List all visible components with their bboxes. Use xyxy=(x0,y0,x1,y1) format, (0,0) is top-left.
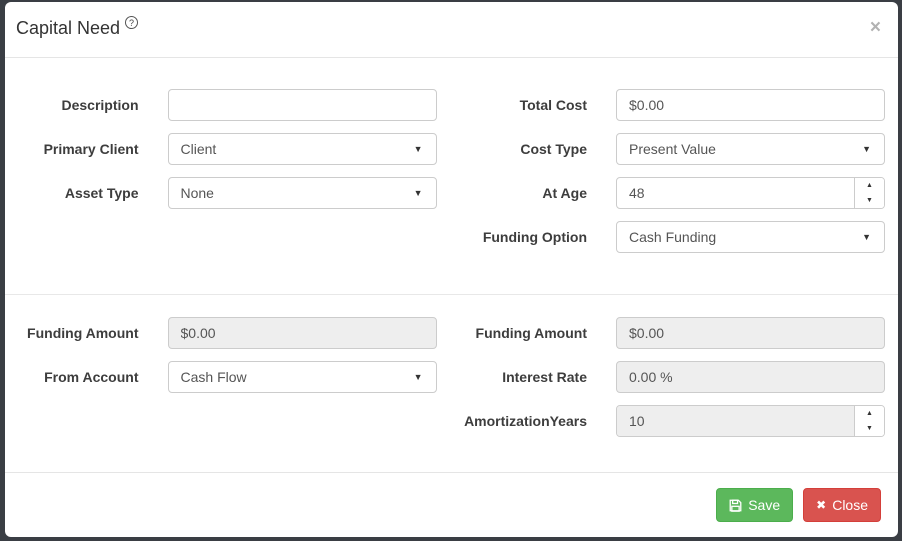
at-age-stepper[interactable]: 48 ▲ ▼ xyxy=(616,177,885,209)
section-funding-left: Funding Amount From Account Cash Flow ▼ xyxy=(5,317,452,449)
chevron-down-icon: ▼ xyxy=(862,232,871,242)
field-row-total-cost: Total Cost xyxy=(452,89,899,121)
field-row-funding-amount-left: Funding Amount xyxy=(5,317,452,349)
dialog-close-icon[interactable]: × xyxy=(870,18,881,37)
asset-type-value: None xyxy=(180,185,214,201)
field-row-at-age: At Age 48 ▲ ▼ xyxy=(452,177,899,209)
field-row-description: Description xyxy=(5,89,452,121)
section-funding: Funding Amount From Account Cash Flow ▼ … xyxy=(5,317,898,449)
save-icon xyxy=(729,499,742,512)
capital-need-dialog: Capital Need? × Description Primary Clie… xyxy=(5,2,898,537)
save-button[interactable]: Save xyxy=(716,488,794,522)
funding-amount-right-label: Funding Amount xyxy=(475,325,587,341)
section-funding-right: Funding Amount Interest Rate Amortizatio… xyxy=(452,317,899,449)
funding-amount-left-label: Funding Amount xyxy=(27,325,139,341)
section-cost: Description Primary Client Client ▼ Asse… xyxy=(5,89,898,265)
funding-option-select[interactable]: Cash Funding ▼ xyxy=(616,221,885,253)
amortization-years-spin-buttons: ▲ ▼ xyxy=(854,406,884,436)
section-cost-left: Description Primary Client Client ▼ Asse… xyxy=(5,89,452,265)
field-row-amortization-years: AmortizationYears 10 ▲ ▼ xyxy=(452,405,899,437)
help-icon[interactable]: ? xyxy=(125,16,139,29)
total-cost-input[interactable] xyxy=(616,89,885,121)
field-row-funding-option: Funding Option Cash Funding ▼ xyxy=(452,221,899,253)
dialog-footer: Save ✖ Close xyxy=(5,472,898,537)
funding-option-label: Funding Option xyxy=(482,229,587,245)
asset-type-select[interactable]: None ▼ xyxy=(167,177,437,209)
cost-type-label: Cost Type xyxy=(520,141,587,157)
spin-up-icon[interactable]: ▲ xyxy=(855,178,884,193)
field-row-cost-type: Cost Type Present Value ▼ xyxy=(452,133,899,165)
from-account-label: From Account xyxy=(44,369,139,385)
from-account-select[interactable]: Cash Flow ▼ xyxy=(167,361,437,393)
close-icon: ✖ xyxy=(816,498,827,512)
chevron-down-icon: ▼ xyxy=(862,144,871,154)
chevron-down-icon: ▼ xyxy=(413,372,423,382)
close-button-label: Close xyxy=(832,497,868,513)
primary-client-label: Primary Client xyxy=(43,141,139,157)
field-row-interest-rate: Interest Rate xyxy=(452,361,899,393)
description-label: Description xyxy=(61,97,139,113)
at-age-spin-buttons: ▲ ▼ xyxy=(854,178,884,208)
amortization-years-label: AmortizationYears xyxy=(464,413,587,429)
funding-option-value: Cash Funding xyxy=(629,229,717,245)
amortization-years-stepper[interactable]: 10 ▲ ▼ xyxy=(616,405,885,437)
interest-rate-input xyxy=(616,361,885,393)
asset-type-label: Asset Type xyxy=(64,185,139,201)
funding-amount-left-input xyxy=(167,317,437,349)
spin-down-icon[interactable]: ▼ xyxy=(855,421,884,436)
section-cost-right: Total Cost Cost Type Present Value ▼ At … xyxy=(452,89,899,265)
dialog-title: Capital Need xyxy=(16,18,121,38)
field-row-primary-client: Primary Client Client ▼ xyxy=(5,133,452,165)
dialog-header: Capital Need? × xyxy=(5,2,898,58)
chevron-down-icon: ▼ xyxy=(413,144,423,154)
at-age-label: At Age xyxy=(542,185,587,201)
spin-up-icon[interactable]: ▲ xyxy=(855,406,884,421)
spin-down-icon[interactable]: ▼ xyxy=(855,193,884,208)
description-input[interactable] xyxy=(167,89,437,121)
field-row-asset-type: Asset Type None ▼ xyxy=(5,177,452,209)
amortization-years-value: 10 xyxy=(617,406,854,436)
interest-rate-label: Interest Rate xyxy=(502,369,587,385)
primary-client-select[interactable]: Client ▼ xyxy=(167,133,437,165)
cost-type-value: Present Value xyxy=(629,141,716,157)
field-row-from-account: From Account Cash Flow ▼ xyxy=(5,361,452,393)
at-age-value: 48 xyxy=(629,185,645,201)
chevron-down-icon: ▼ xyxy=(413,188,423,198)
close-button[interactable]: ✖ Close xyxy=(803,488,881,522)
section-divider xyxy=(5,294,898,295)
cost-type-select[interactable]: Present Value ▼ xyxy=(616,133,885,165)
field-row-funding-amount-right: Funding Amount xyxy=(452,317,899,349)
primary-client-value: Client xyxy=(180,141,217,157)
funding-amount-right-input xyxy=(616,317,885,349)
dialog-body: Description Primary Client Client ▼ Asse… xyxy=(5,58,898,472)
from-account-value: Cash Flow xyxy=(180,369,247,385)
save-button-label: Save xyxy=(748,497,781,513)
total-cost-label: Total Cost xyxy=(519,97,587,113)
